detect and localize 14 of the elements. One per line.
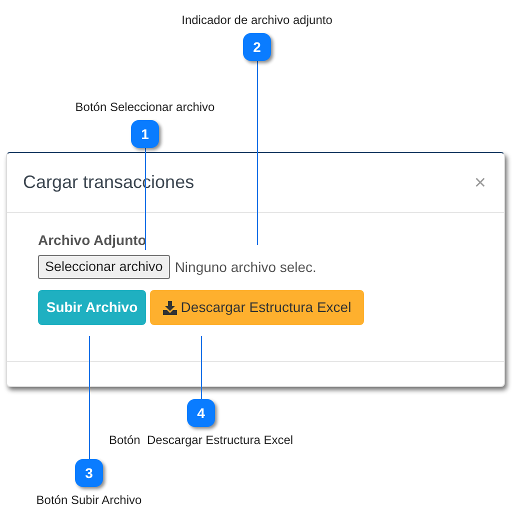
callout-badge: 3 bbox=[75, 459, 103, 487]
file-status: Ninguno archivo selec. bbox=[174, 258, 316, 277]
callout-label: Indicador de archivo adjunto bbox=[182, 12, 332, 29]
field-label: Archivo Adjunto bbox=[38, 231, 148, 249]
callout-badge: 4 bbox=[187, 399, 215, 427]
download-icon bbox=[162, 300, 177, 314]
callout-badge: 2 bbox=[243, 33, 271, 61]
callout-label: Botón Descargar Estructura Excel bbox=[108, 432, 294, 449]
callout-badge: 1 bbox=[131, 120, 159, 148]
callout-label: Botón Seleccionar archivo bbox=[75, 99, 215, 116]
callout-label: Botón Subir Archivo bbox=[36, 492, 142, 509]
choose-file-button[interactable]: Seleccionar archivo bbox=[38, 255, 170, 279]
download-button[interactable]: Descargar Estructura Excel bbox=[150, 290, 364, 325]
leader-line bbox=[201, 336, 202, 399]
